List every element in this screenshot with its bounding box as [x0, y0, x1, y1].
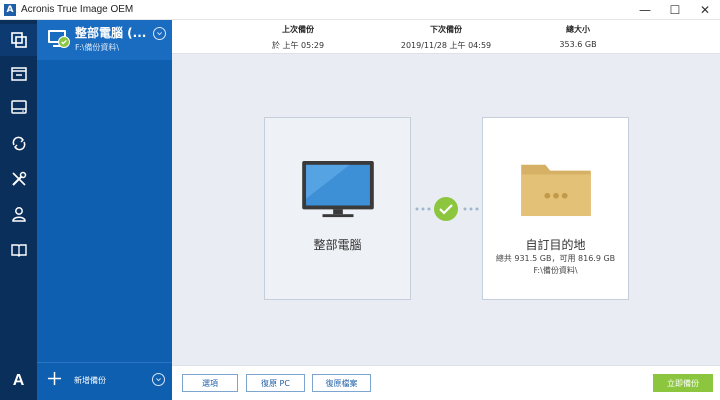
rail-item-backup[interactable] — [0, 24, 37, 56]
total-size-value: 353.6 GB — [559, 40, 597, 49]
last-backup-label: 上次備份 — [282, 25, 314, 34]
plus-icon — [47, 371, 62, 386]
rail-item-sync[interactable] — [0, 127, 37, 159]
close-button[interactable]: ✕ — [690, 0, 720, 20]
backup-list-panel: 整部電腦 (... F:\備份資料\ 新增備份 — [37, 20, 172, 400]
last-backup-info: 上次備份 於 上午 05:29 — [238, 24, 358, 51]
next-backup-value: 2019/11/28 上午 04:59 — [400, 41, 492, 50]
chevron-down-icon[interactable] — [152, 373, 165, 386]
backup-list-item[interactable]: 整部電腦 (... F:\備份資料\ — [37, 20, 172, 60]
destination-card[interactable]: 自訂目的地 總共 931.5 GB，可用 816.9 GB F:\備份資料\ — [482, 117, 629, 300]
rail-item-help[interactable] — [0, 234, 37, 266]
icon-rail: A — [0, 20, 37, 400]
sync-icon — [12, 136, 25, 151]
recover-files-button[interactable]: 復原檔案 — [312, 374, 371, 392]
rail-item-tools[interactable] — [0, 163, 37, 195]
source-card[interactable]: 整部電腦 — [264, 117, 411, 300]
minimize-button[interactable]: — — [630, 0, 660, 20]
book-icon — [10, 244, 27, 257]
app-logo-icon: A — [4, 3, 16, 16]
title-bar: A Acronis True Image OEM — ☐ ✕ — [0, 0, 720, 20]
options-button[interactable]: 選項 — [182, 374, 238, 392]
action-bar: 選項 復原 PC 復原檔案 立即備份 — [172, 365, 720, 400]
total-size-info: 總大小 353.6 GB — [518, 24, 638, 49]
chevron-down-icon[interactable] — [153, 27, 166, 40]
archive-icon — [10, 67, 27, 81]
window-controls: — ☐ ✕ — [630, 0, 720, 20]
tools-icon — [11, 171, 26, 186]
rail-item-disk[interactable] — [0, 91, 37, 123]
next-backup-label: 下次備份 — [430, 25, 462, 34]
rail-item-archive[interactable] — [0, 58, 37, 90]
window-title: Acronis True Image OEM — [21, 4, 134, 15]
backup-item-title: 整部電腦 (... — [75, 26, 147, 40]
main-area: 上次備份 於 上午 05:29 下次備份 2019/11/28 上午 04:59… — [172, 20, 720, 400]
check-circle-icon — [434, 197, 458, 221]
last-backup-value: 於 上午 05:29 — [271, 41, 325, 50]
recover-pc-button[interactable]: 復原 PC — [246, 374, 305, 392]
user-icon — [11, 207, 26, 222]
next-backup-info: 下次備份 2019/11/28 上午 04:59 — [386, 24, 506, 51]
rail-item-logo: A — [0, 365, 37, 397]
backup-info-bar: 上次備份 於 上午 05:29 下次備份 2019/11/28 上午 04:59… — [172, 20, 720, 54]
destination-stats: 總共 931.5 GB，可用 816.9 GB — [495, 254, 616, 263]
backup-now-button[interactable]: 立即備份 — [653, 374, 713, 392]
maximize-button[interactable]: ☐ — [660, 0, 690, 20]
folder-icon — [521, 164, 591, 217]
add-backup-button[interactable] — [47, 369, 62, 389]
source-label: 整部電腦 — [313, 238, 362, 252]
monitor-icon — [302, 160, 374, 218]
acronis-logo-icon: A — [12, 372, 25, 389]
destination-label: 自訂目的地 — [525, 238, 586, 252]
disk-icon — [10, 100, 27, 114]
backup-item-path: F:\備份資料\ — [75, 43, 120, 52]
copy-icon — [10, 32, 27, 48]
destination-path: F:\備份資料\ — [533, 266, 578, 275]
panel-footer: 新增備份 — [37, 362, 172, 400]
rail-item-account[interactable] — [0, 198, 37, 230]
total-size-label: 總大小 — [566, 25, 590, 34]
add-backup-label[interactable]: 新增備份 — [74, 375, 106, 386]
status-ok-icon — [58, 36, 70, 48]
